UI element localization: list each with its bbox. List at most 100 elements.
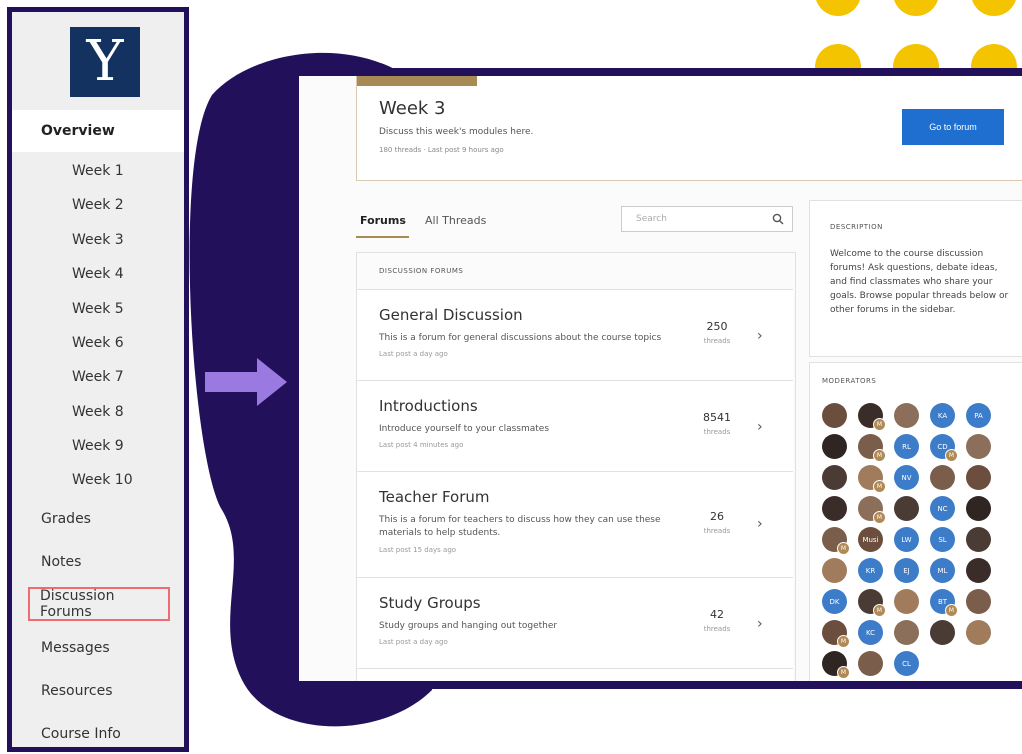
forum-thread-count: 42 — [710, 608, 724, 621]
moderator-avatar[interactable]: M — [822, 651, 850, 679]
sidebar-item-grades[interactable]: Grades — [12, 501, 184, 537]
chevron-right-icon[interactable]: › — [757, 516, 763, 532]
moderator-badge: M — [837, 635, 850, 648]
moderator-avatar[interactable] — [966, 620, 991, 645]
decorative-dot — [815, 0, 861, 16]
week-forum-card: Week 3 Discuss this week's modules here.… — [356, 76, 1022, 181]
moderator-avatar[interactable] — [894, 589, 919, 614]
forum-thread-count-label: threads — [703, 527, 731, 535]
moderator-avatar[interactable]: CL — [894, 651, 919, 676]
moderator-avatar[interactable] — [858, 651, 883, 676]
moderator-badge: M — [873, 604, 886, 617]
sidebar-item-week-1[interactable]: Week 1 — [12, 156, 184, 186]
avatar-initials: BT — [937, 597, 948, 606]
arrow-right-icon — [205, 358, 287, 406]
forum-description: This is a forum for teachers to discuss … — [379, 515, 661, 538]
moderator-avatar[interactable]: M — [858, 496, 886, 524]
moderator-avatar[interactable]: M — [858, 465, 886, 493]
moderator-avatar[interactable]: SL — [930, 527, 955, 552]
sidebar-item-overview[interactable]: Overview — [12, 110, 184, 152]
tab-active-indicator — [356, 236, 409, 238]
moderator-avatar[interactable]: KC — [858, 620, 883, 645]
sidebar-item-week-5[interactable]: Week 5 — [12, 294, 184, 324]
moderator-avatar[interactable] — [894, 496, 919, 521]
go-to-forum-button[interactable]: Go to forum — [902, 109, 1004, 145]
sidebar-item-week-3[interactable]: Week 3 — [12, 225, 184, 255]
moderator-avatar[interactable]: DK — [822, 589, 847, 614]
moderator-avatar[interactable]: M — [858, 589, 886, 617]
moderator-avatar[interactable] — [822, 496, 847, 521]
week-description: Discuss this week's modules here. — [379, 127, 534, 137]
moderator-avatar[interactable] — [822, 465, 847, 490]
moderator-avatar[interactable]: M — [858, 403, 886, 431]
moderator-avatar[interactable]: ML — [930, 558, 955, 583]
moderator-avatar[interactable] — [966, 589, 991, 614]
moderator-avatar[interactable]: NC — [930, 496, 955, 521]
avatar-initials: RL — [902, 442, 911, 451]
forum-last-post: Last post 15 days ago — [379, 546, 457, 554]
moderator-avatar[interactable]: M — [858, 434, 886, 462]
sidebar-item-week-4[interactable]: Week 4 — [12, 259, 184, 289]
sidebar-item-week-2[interactable]: Week 2 — [12, 190, 184, 220]
moderator-avatar[interactable]: LW — [894, 527, 919, 552]
moderator-avatar[interactable]: PA — [966, 403, 991, 428]
moderator-avatar[interactable] — [966, 465, 991, 490]
forum-row-introductions[interactable]: Introductions Introduce yourself to your… — [357, 380, 793, 471]
moderator-avatar[interactable]: M — [822, 527, 850, 555]
moderator-avatar[interactable]: KR — [858, 558, 883, 583]
moderator-avatar[interactable] — [894, 620, 919, 645]
moderator-badge: M — [837, 666, 850, 679]
tab-all-threads[interactable]: All Threads — [425, 214, 486, 227]
moderator-avatar[interactable]: RL — [894, 434, 919, 459]
moderator-avatar[interactable]: EJ — [894, 558, 919, 583]
forum-thread-count-label: threads — [703, 337, 731, 345]
sidebar-item-week-7[interactable]: Week 7 — [12, 362, 184, 392]
moderator-avatar[interactable]: Musi — [858, 527, 883, 552]
search-input[interactable] — [634, 213, 768, 225]
decorative-dot — [893, 0, 939, 16]
moderator-avatar[interactable] — [966, 527, 991, 552]
sidebar-item-week-9[interactable]: Week 9 — [12, 431, 184, 461]
moderator-avatar[interactable]: NV — [894, 465, 919, 490]
forum-row-teacher-forum[interactable]: Teacher Forum This is a forum for teache… — [357, 471, 793, 577]
moderator-avatar[interactable] — [822, 434, 847, 459]
sidebar-item-messages[interactable]: Messages — [12, 630, 184, 666]
moderator-avatar[interactable] — [966, 558, 991, 583]
sidebar-item-course-info[interactable]: Course Info — [12, 716, 184, 752]
forum-thread-count-label: threads — [703, 625, 731, 633]
forum-last-post: Last post a day ago — [379, 638, 448, 646]
forum-last-post: Last post 4 minutes ago — [379, 441, 464, 449]
chevron-right-icon[interactable]: › — [757, 419, 763, 435]
moderator-avatar[interactable] — [966, 496, 991, 521]
moderator-avatar[interactable] — [930, 465, 955, 490]
moderator-avatar[interactable]: KA — [930, 403, 955, 428]
moderator-avatar[interactable]: BT M — [930, 589, 958, 617]
moderator-avatar[interactable] — [822, 403, 847, 428]
moderator-avatar[interactable] — [930, 620, 955, 645]
sidebar-item-notes[interactable]: Notes — [12, 544, 184, 580]
forum-row-study-groups[interactable]: Study Groups Study groups and hanging ou… — [357, 577, 793, 668]
sidebar-item-resources[interactable]: Resources — [12, 673, 184, 709]
sidebar-item-week-6[interactable]: Week 6 — [12, 328, 184, 358]
sidebar-item-week-10[interactable]: Week 10 — [12, 465, 184, 495]
forum-row-general-discussion[interactable]: General Discussion This is a forum for g… — [357, 289, 793, 380]
forums-list-header: DISCUSSION FORUMS — [379, 267, 464, 275]
yale-logo: Y — [70, 27, 140, 97]
tab-forums[interactable]: Forums — [360, 214, 406, 227]
week-title: Week 3 — [379, 98, 446, 119]
moderator-badge: M — [945, 604, 958, 617]
search-icon[interactable] — [772, 213, 784, 225]
moderator-avatar[interactable] — [894, 403, 919, 428]
forum-title: General Discussion — [379, 306, 523, 324]
sidebar-item-week-8[interactable]: Week 8 — [12, 397, 184, 427]
moderator-avatar[interactable]: M — [822, 620, 850, 648]
decorative-dot — [971, 0, 1017, 16]
moderator-avatar[interactable]: CD M — [930, 434, 958, 462]
moderator-avatar[interactable] — [822, 558, 847, 583]
sidebar-item-discussion-forums[interactable]: Discussion Forums — [28, 587, 170, 621]
moderator-avatar[interactable] — [966, 434, 991, 459]
chevron-right-icon[interactable]: › — [757, 616, 763, 632]
forum-row-partial — [357, 668, 793, 681]
moderator-badge: M — [873, 511, 886, 524]
chevron-right-icon[interactable]: › — [757, 328, 763, 344]
